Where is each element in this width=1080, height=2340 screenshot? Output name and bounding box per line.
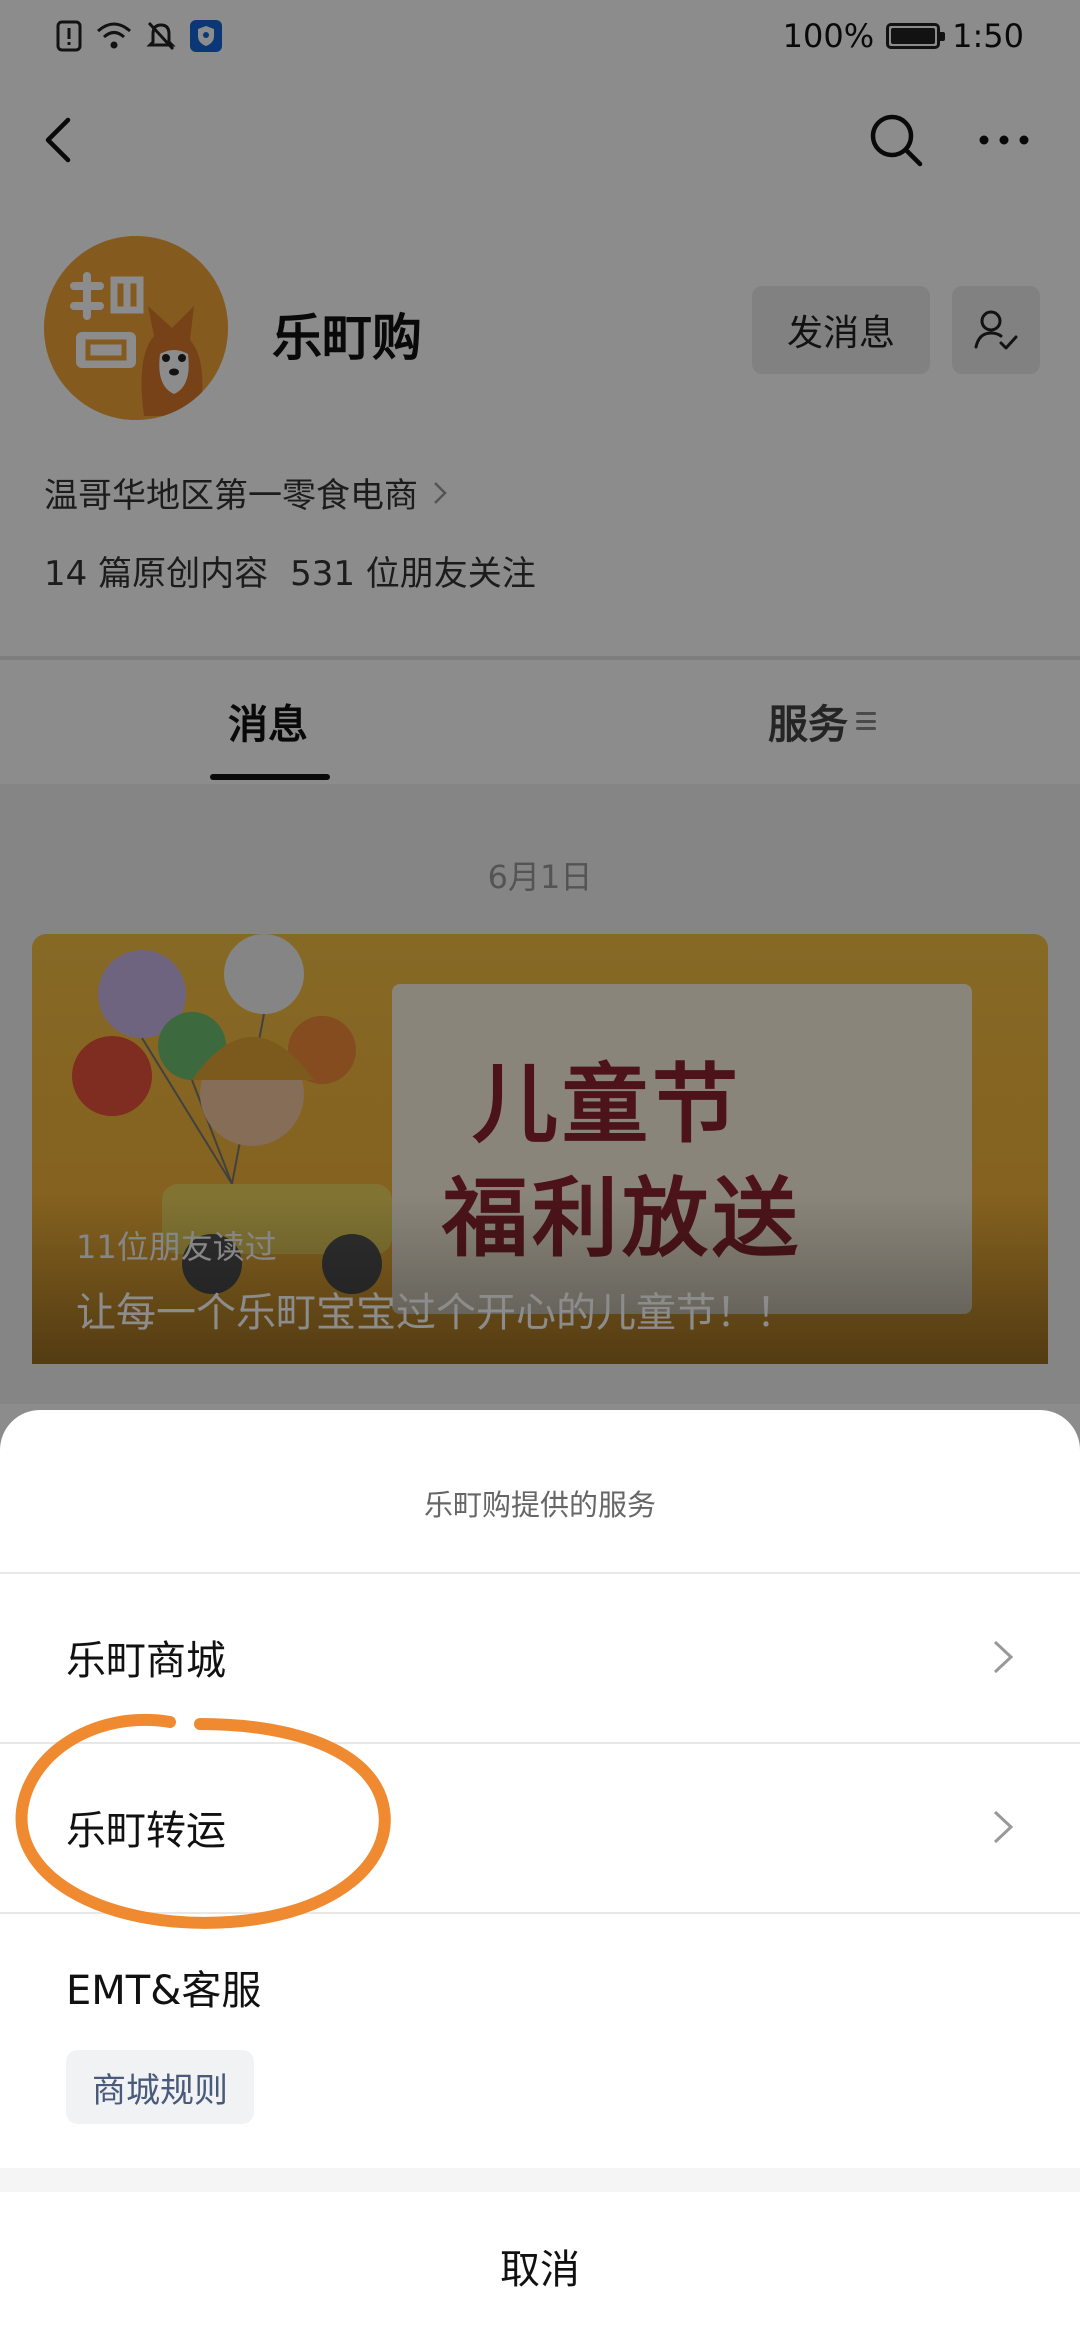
cancel-button[interactable]: 取消 (0, 2192, 1080, 2340)
chevron-right-icon (993, 1640, 1014, 1674)
services-sheet: 乐町购提供的服务 乐町商城 乐町转运 EMT&客服 商城规则 取消 (0, 1410, 1080, 2340)
sheet-item-label: 乐町商城 (66, 1638, 226, 1684)
sheet-item-transfer[interactable]: 乐町转运 (0, 1742, 1080, 1912)
sheet-item-mall[interactable]: 乐町商城 (0, 1572, 1080, 1742)
sheet-group-label: EMT&客服 (66, 1968, 262, 2014)
chevron-right-icon (993, 1810, 1014, 1844)
sheet-item-label: 乐町转运 (66, 1808, 226, 1854)
sheet-separator (0, 2168, 1080, 2192)
mall-rules-button[interactable]: 商城规则 (66, 2050, 254, 2124)
divider (0, 1912, 1080, 1914)
sheet-title: 乐町购提供的服务 (423, 1488, 656, 1522)
